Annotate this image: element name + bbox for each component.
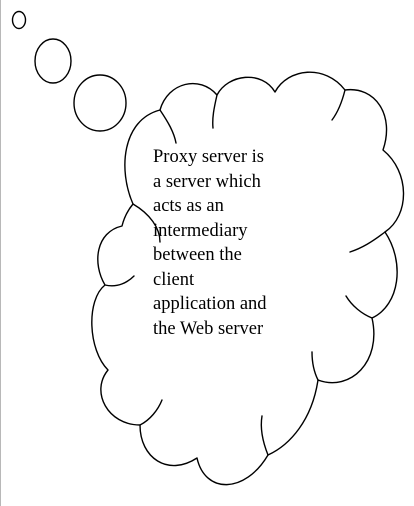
cloud-fold-top-right <box>331 89 346 121</box>
cloud-fold-bottom <box>260 415 269 456</box>
cloud-fold-top-left <box>159 109 177 144</box>
bubble-text-line: acts as an <box>153 196 224 216</box>
bubble-text-line: client <box>153 269 195 290</box>
bubble-text-line: intermediary <box>153 220 248 241</box>
bubble-text-line: Proxy server is <box>153 147 264 167</box>
cloud-fold-right <box>349 231 386 253</box>
cloud-fold-top <box>212 94 218 129</box>
bubble-text-line: the Web server <box>153 318 264 339</box>
thought-bubble-text: Proxy server is a server which acts as a… <box>153 145 353 341</box>
thought-circle-small <box>11 10 27 30</box>
bubble-text-line: a server which <box>153 171 261 192</box>
thought-circle-large <box>73 74 127 132</box>
cloud-fold-left <box>104 275 135 287</box>
cloud-fold-bottom-right <box>311 351 319 381</box>
bubble-text-line: application and <box>153 294 267 314</box>
thought-circle-medium <box>34 38 72 84</box>
cloud-fold-bottom-left <box>139 399 163 426</box>
bubble-text-line: between the <box>153 245 242 265</box>
